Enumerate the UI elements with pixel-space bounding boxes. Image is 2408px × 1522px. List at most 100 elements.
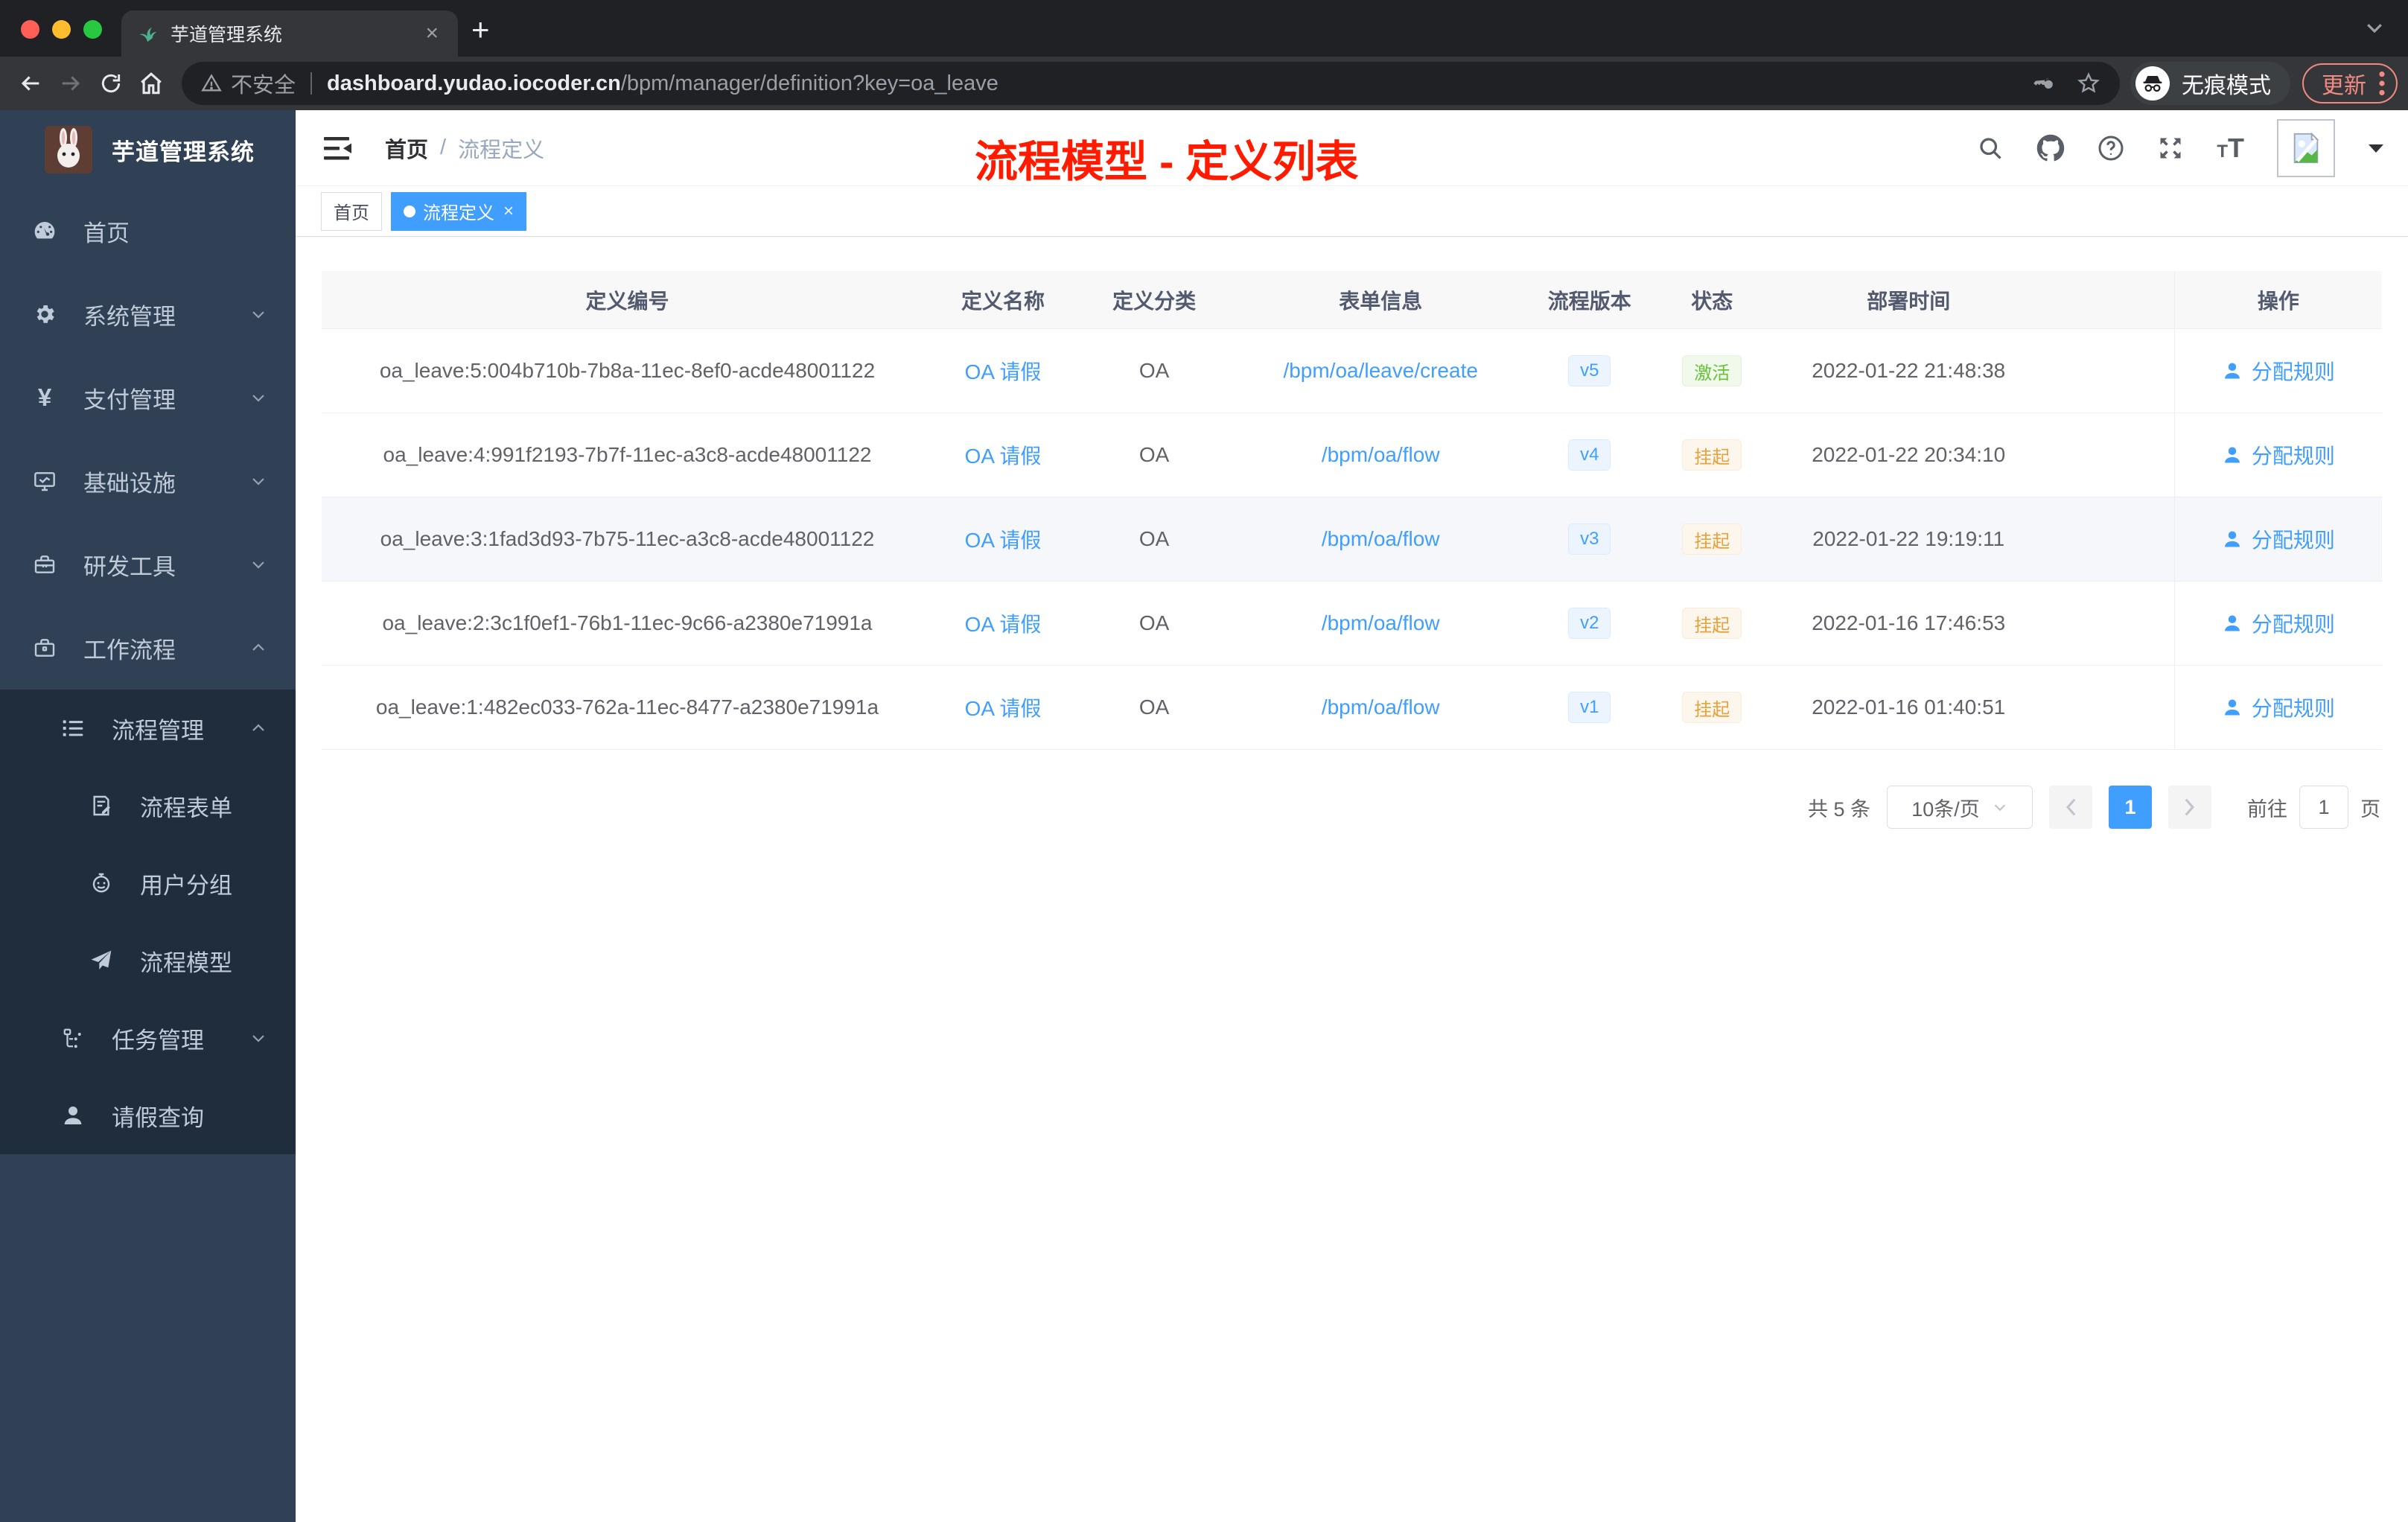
monitor-icon [31, 469, 58, 493]
user-avatar[interactable] [2277, 118, 2335, 177]
sidebar-item-leave-query[interactable]: 请假查询 [0, 1077, 296, 1154]
page-url[interactable]: dashboard.yudao.iocoder.cn/bpm/manager/d… [327, 71, 998, 96]
sidebar-item-task-mgmt[interactable]: 任务管理 [0, 999, 296, 1077]
assign-rule-link[interactable]: 分配规则 [2222, 608, 2335, 638]
cell-form-info: /bpm/oa/flow [1235, 582, 1526, 665]
tab-close-icon[interactable]: × [421, 21, 443, 46]
definition-name-link[interactable]: OA 请假 [965, 356, 1042, 386]
browser-toolbar: 不安全 dashboard.yudao.iocoder.cn/bpm/manag… [0, 57, 2408, 110]
cell-actions: 分配规则 [2173, 329, 2382, 413]
sidebar-item-label: 流程表单 [140, 795, 232, 821]
tag-close-icon[interactable]: × [502, 201, 514, 222]
sidebar-item-label: 研发工具 [83, 553, 176, 580]
sidebar-item-payment-mgmt[interactable]: ¥ 支付管理 [0, 356, 296, 439]
paper-plane-icon [88, 949, 115, 972]
font-size-icon[interactable]: TT [2217, 133, 2244, 164]
password-key-icon[interactable] [2032, 72, 2054, 95]
next-page-button[interactable] [2168, 786, 2211, 829]
breadcrumb: 首页 / 流程定义 [385, 133, 544, 164]
definition-name-link[interactable]: OA 请假 [965, 692, 1042, 722]
navbar-actions: TT [1977, 118, 2384, 177]
search-icon[interactable] [1977, 135, 2004, 162]
definition-table: 定义编号 定义名称 定义分类 表单信息 流程版本 状态 部署时间 操作 oa_leave:5:0… [322, 271, 2382, 750]
kebab-menu-icon [2379, 71, 2385, 96]
sidebar-item-workflow[interactable]: 工作流程 [0, 606, 296, 690]
tab-title: 芋道管理系统 [171, 25, 283, 45]
home-icon[interactable] [131, 63, 171, 104]
sidebar-item-process-mgmt[interactable]: 流程管理 [0, 690, 296, 767]
tag-home[interactable]: 首页 [321, 191, 382, 231]
form-icon [88, 794, 115, 818]
fullscreen-icon[interactable] [2157, 135, 2184, 162]
assign-rule-link[interactable]: 分配规则 [2222, 692, 2335, 722]
status-badge: 激活 [1682, 355, 1742, 386]
close-window-button[interactable] [21, 20, 39, 39]
table-row: oa_leave:4:991f2193-7b7f-11ec-a3c8-acde4… [322, 413, 2382, 497]
cell-version: v2 [1526, 582, 1653, 665]
help-icon[interactable] [2098, 135, 2124, 162]
assign-rule-link[interactable]: 分配规则 [2222, 356, 2335, 386]
status-badge: 挂起 [1682, 692, 1742, 723]
page-number-button[interactable]: 1 [2109, 786, 2152, 829]
cell-status: 挂起 [1653, 582, 1771, 665]
assign-rule-link[interactable]: 分配规则 [2222, 440, 2335, 470]
cell-deploy-time: 2022-01-22 21:48:38 [1812, 359, 2006, 382]
gear-icon [31, 302, 58, 326]
bookmark-star-icon[interactable] [2077, 71, 2100, 95]
app-logo[interactable]: 芋道管理系统 [0, 110, 296, 189]
sidebar-item-process-model[interactable]: 流程模型 [0, 922, 296, 999]
hamburger-icon[interactable] [312, 135, 366, 162]
reload-icon[interactable] [91, 63, 131, 104]
sidebar-item-system-mgmt[interactable]: 系统管理 [0, 273, 296, 356]
form-info-link[interactable]: /bpm/oa/flow [1322, 611, 1440, 635]
tag-process-definition[interactable]: 流程定义 × [391, 191, 527, 231]
cell-definition-name: OA 请假 [933, 582, 1073, 665]
security-warning-icon[interactable] [201, 73, 222, 94]
sidebar-item-home[interactable]: 首页 [0, 189, 296, 273]
cell-status: 激活 [1653, 329, 1771, 413]
status-badge: 挂起 [1682, 523, 1742, 555]
cell-form-info: /bpm/oa/flow [1235, 413, 1526, 497]
tab-search-icon[interactable] [2363, 16, 2386, 42]
cell-actions: 分配规则 [2173, 666, 2382, 749]
sidebar-item-dev-tools[interactable]: 研发工具 [0, 523, 296, 606]
assign-rule-link[interactable]: 分配规则 [2222, 524, 2335, 554]
breadcrumb-home[interactable]: 首页 [385, 133, 428, 164]
cell-definition-name: OA 请假 [933, 666, 1073, 749]
browser-tabstrip: 芋道管理系统 × + [0, 0, 2408, 57]
minimize-window-button[interactable] [52, 20, 71, 39]
github-icon[interactable] [2036, 134, 2065, 162]
definition-name-link[interactable]: OA 请假 [965, 440, 1042, 470]
form-info-link[interactable]: /bpm/oa/flow [1322, 443, 1440, 467]
list-icon [60, 716, 86, 740]
maximize-window-button[interactable] [83, 20, 102, 39]
sidebar-item-process-form[interactable]: 流程表单 [0, 767, 296, 844]
back-icon[interactable] [10, 63, 51, 104]
sidebar-item-user-group[interactable]: 用户分组 [0, 844, 296, 922]
tree-icon [60, 1026, 86, 1050]
forward-icon[interactable] [51, 63, 91, 104]
avatar-caret-icon[interactable] [2368, 143, 2384, 153]
address-bar[interactable]: 不安全 dashboard.yudao.iocoder.cn/bpm/manag… [182, 62, 2120, 105]
definition-name-link[interactable]: OA 请假 [965, 524, 1042, 554]
sidebar-item-infrastructure[interactable]: 基础设施 [0, 439, 296, 523]
security-label[interactable]: 不安全 [231, 68, 296, 99]
cell-version: v1 [1526, 666, 1653, 749]
form-info-link[interactable]: /bpm/oa/flow [1322, 695, 1440, 719]
form-info-link[interactable]: /bpm/oa/leave/create [1283, 359, 1478, 383]
cell-definition-name: OA 请假 [933, 497, 1073, 581]
form-info-link[interactable]: /bpm/oa/flow [1322, 527, 1440, 551]
pagination-total: 共 5 条 [1807, 797, 1870, 821]
browser-tab[interactable]: 芋道管理系统 × [121, 10, 458, 57]
page-size-select[interactable]: 10条/页 [1887, 786, 2033, 829]
tags-view: 首页 流程定义 × [296, 186, 2408, 237]
chevron-up-icon [249, 639, 267, 657]
toolbox-icon [31, 553, 58, 576]
definition-name-link[interactable]: OA 请假 [965, 608, 1042, 638]
dashboard-icon [31, 219, 58, 243]
cell-form-info: /bpm/oa/flow [1235, 497, 1526, 581]
goto-page-input[interactable]: 1 [2299, 786, 2348, 829]
new-tab-button[interactable]: + [458, 12, 506, 57]
prev-page-button[interactable] [2049, 786, 2092, 829]
chrome-update-button[interactable]: 更新 [2302, 63, 2398, 104]
